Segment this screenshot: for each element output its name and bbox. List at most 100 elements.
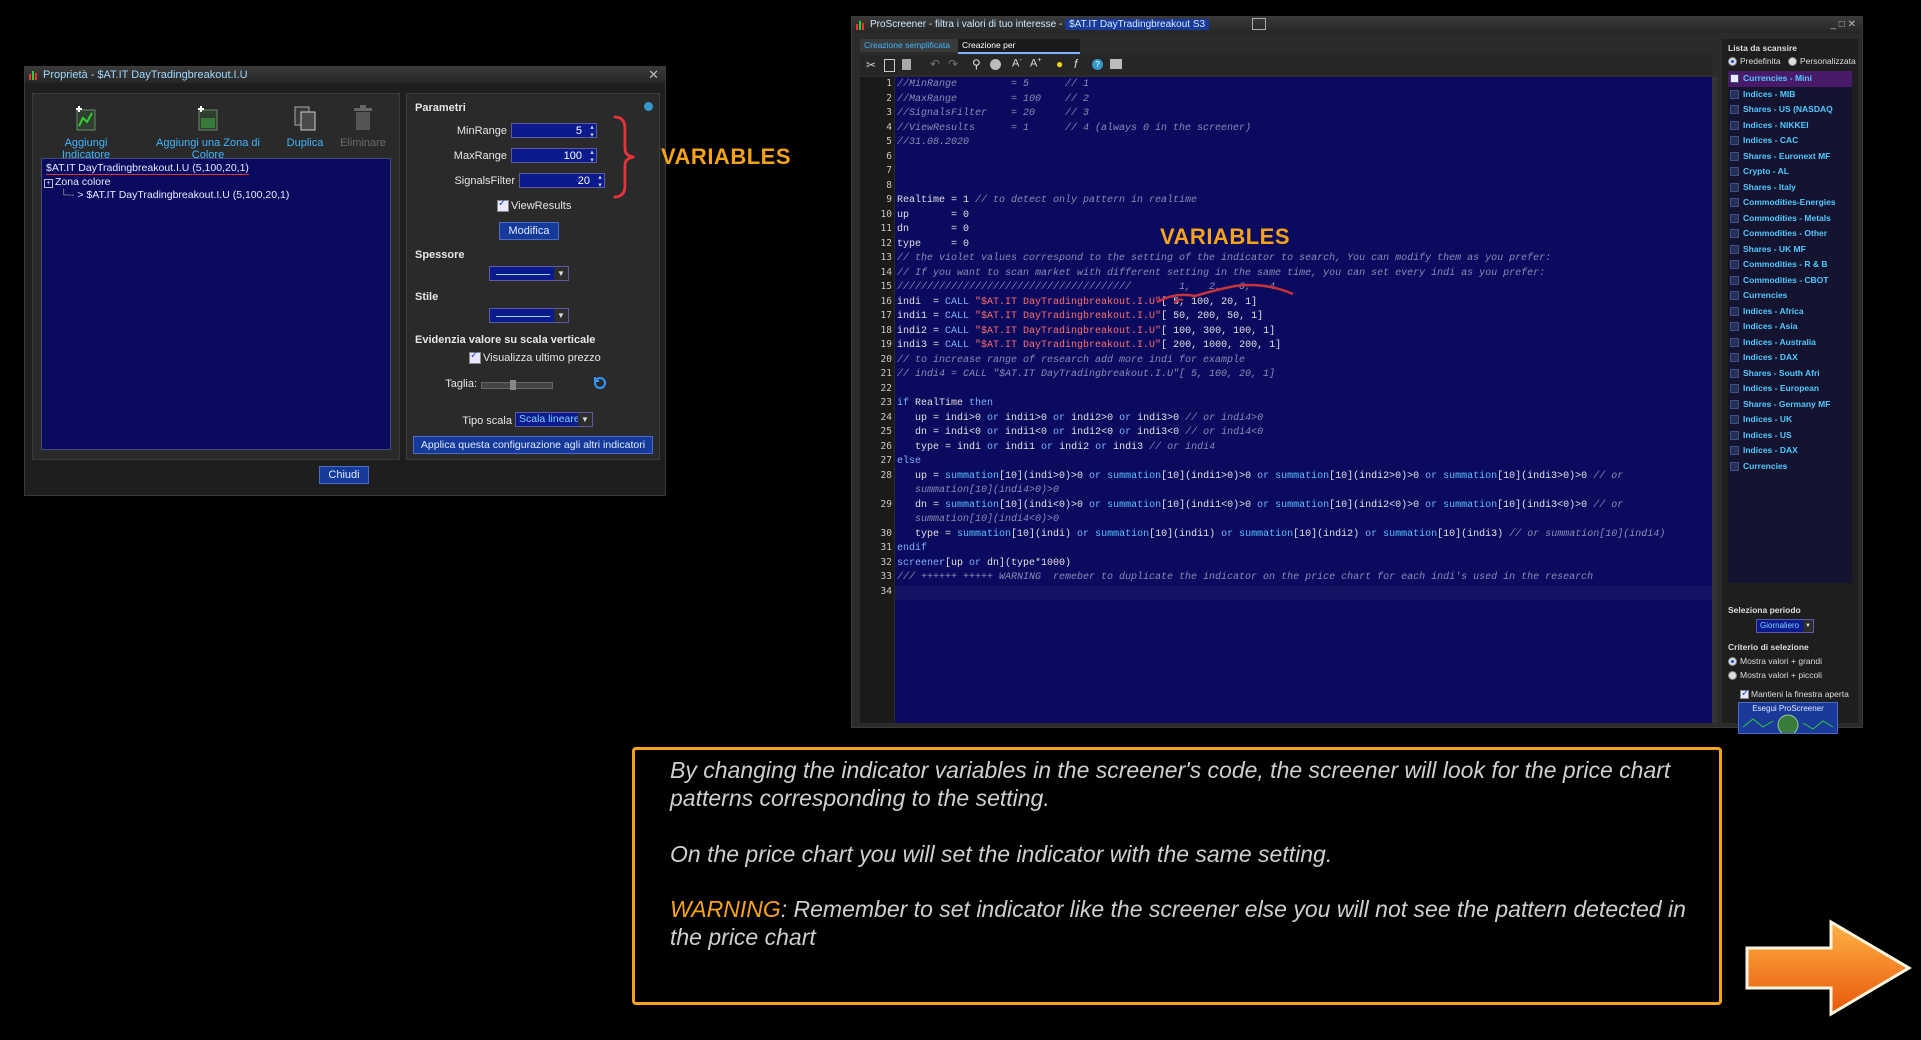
checkbox-icon[interactable]	[1730, 151, 1739, 161]
stile-dropdown[interactable]: ▼	[489, 308, 569, 323]
info-icon[interactable]	[644, 102, 653, 111]
checkbox-icon[interactable]	[1730, 229, 1739, 239]
code-line[interactable]	[897, 383, 1665, 398]
checkbox-icon[interactable]	[1730, 399, 1739, 409]
checkbox-icon[interactable]	[1730, 306, 1739, 316]
market-list-item[interactable]: Shares - US (NASDAQ	[1728, 102, 1852, 118]
redo-icon[interactable]: ↷	[948, 57, 958, 71]
market-list-item[interactable]: Currencies	[1728, 288, 1852, 304]
code-line[interactable]: indi1 = CALL "$AT.IT DayTradingbreakout.…	[897, 310, 1665, 325]
duplicate-button[interactable]: Duplica	[283, 104, 327, 149]
checkbox-icon[interactable]	[1730, 415, 1739, 425]
checkbox-icon[interactable]	[1730, 198, 1739, 208]
market-list-item[interactable]: Indices - CAC	[1728, 133, 1852, 149]
market-list-item[interactable]: Currencies	[1728, 459, 1852, 475]
criteria-low-radio[interactable]: Mostra valori + piccoli	[1728, 670, 1822, 681]
market-list-item[interactable]: Indices - UK	[1728, 412, 1852, 428]
code-line[interactable]: screener[up or dn](type*1000)	[897, 557, 1665, 572]
keep-open-checkbox[interactable]: Mantieni la finestra aperta	[1740, 688, 1849, 700]
code-line[interactable]: else	[897, 455, 1665, 470]
next-arrow-icon[interactable]	[1743, 918, 1913, 1018]
viewresults-checkbox[interactable]: ViewResults	[497, 198, 571, 213]
checkbox-icon[interactable]	[1730, 260, 1739, 270]
market-list-item[interactable]: Indices - Australia	[1728, 335, 1852, 351]
code-line[interactable]	[897, 151, 1665, 166]
code-line[interactable]: dn = indi<0 or indi1<0 or indi2<0 or ind…	[897, 426, 1665, 441]
market-list-item[interactable]: Indices - European	[1728, 381, 1852, 397]
scala-dropdown[interactable]: Scala lineare ▼	[515, 412, 593, 427]
market-list-item[interactable]: Commodities - Other	[1728, 226, 1852, 242]
code-line[interactable]: //MinRange = 5 // 1	[897, 78, 1665, 93]
copy-icon[interactable]	[884, 59, 895, 72]
checkbox-icon[interactable]	[1730, 461, 1739, 471]
code-line[interactable]: Realtime = 1 // to detect only pattern i…	[897, 194, 1665, 209]
code-line[interactable]: /// ++++++ +++++ WARNING remeber to dupl…	[897, 571, 1665, 586]
checkbox-icon[interactable]	[1730, 337, 1739, 347]
market-list-item[interactable]: Indices - MIB	[1728, 87, 1852, 103]
checkbox-icon[interactable]	[1730, 291, 1739, 301]
slider-handle[interactable]	[510, 380, 516, 390]
code-line[interactable]: indi2 = CALL "$AT.IT DayTradingbreakout.…	[897, 325, 1665, 340]
spessore-dropdown[interactable]: ▼	[489, 266, 569, 281]
tab-simplified[interactable]: Creazione semplificata	[860, 39, 958, 52]
window-controls[interactable]: _ □ ✕	[1830, 17, 1856, 33]
checkbox-icon[interactable]	[1730, 167, 1739, 177]
close-icon[interactable]: ✕	[648, 67, 659, 83]
minrange-input[interactable]: 5	[511, 123, 597, 139]
screenshot-icon[interactable]	[1251, 18, 1266, 31]
checkbox-icon[interactable]	[1730, 446, 1739, 456]
help-icon[interactable]: ?	[1092, 59, 1103, 70]
market-list-item[interactable]: Currencies - Mini	[1728, 71, 1852, 87]
market-list-item[interactable]: Commodities - Metals	[1728, 211, 1852, 227]
code-lines[interactable]: //MinRange = 5 // 1//MaxRange = 100 // 2…	[897, 78, 1665, 600]
reset-icon[interactable]	[593, 376, 607, 390]
add-color-zone-button[interactable]: Aggiungi una Zona di Colore	[143, 104, 273, 161]
delete-button[interactable]: Eliminare	[338, 104, 388, 149]
market-list-item[interactable]: Indices - NIKKEI	[1728, 118, 1852, 134]
expand-icon[interactable]: +	[44, 179, 53, 188]
code-line[interactable]: //SignalsFilter = 20 // 3	[897, 107, 1665, 122]
checkbox-icon[interactable]	[1730, 244, 1739, 254]
code-line[interactable]: up = summation[10](indi>0)>0 or summatio…	[897, 470, 1665, 485]
maxrange-input[interactable]: 100	[511, 148, 597, 164]
close-button[interactable]: Chiudi	[319, 466, 369, 484]
font-increase-icon[interactable]: A+	[1030, 57, 1041, 70]
period-dropdown[interactable]: Giornaliero ▼	[1756, 619, 1814, 633]
tree-root-item[interactable]: $AT.IT DayTradingbreakout.I.U (5,100,20,…	[46, 162, 249, 175]
code-line[interactable]: up = 0	[897, 209, 1665, 224]
market-list-item[interactable]: Commodities-Energies	[1728, 195, 1852, 211]
apply-config-button[interactable]: Applica questa configurazione agli altri…	[413, 436, 653, 454]
checkbox-icon[interactable]	[1730, 384, 1739, 394]
code-line[interactable]: endif	[897, 542, 1665, 557]
checkbox-icon[interactable]	[1730, 105, 1739, 115]
market-list-item[interactable]: Crypto - AL	[1728, 164, 1852, 180]
tree-child-item[interactable]: └-- > $AT.IT DayTradingbreakout.I.U (5,1…	[60, 189, 289, 201]
checkbox-icon[interactable]	[1730, 322, 1739, 332]
code-line[interactable]: up = indi>0 or indi1>0 or indi2>0 or ind…	[897, 412, 1665, 427]
code-line[interactable]	[897, 180, 1665, 195]
checkbox-icon[interactable]	[1730, 182, 1739, 192]
market-list-item[interactable]: Commodities - R & B	[1728, 257, 1852, 273]
market-list-item[interactable]: Commodities - CBOT	[1728, 273, 1852, 289]
checkbox-icon[interactable]	[1730, 74, 1739, 84]
lightbulb-icon[interactable]: ●	[1056, 57, 1063, 71]
code-line[interactable]: //MaxRange = 100 // 2	[897, 93, 1665, 108]
market-list-item[interactable]: Indices - Africa	[1728, 304, 1852, 320]
code-line[interactable]	[897, 165, 1665, 180]
add-indicator-button[interactable]: Aggiungi Indicatore	[41, 104, 131, 161]
undo-icon[interactable]: ↶	[930, 57, 940, 71]
market-list-item[interactable]: Shares - Germany MF	[1728, 397, 1852, 413]
code-line[interactable]: summation[10](indi4<0)>0	[897, 513, 1665, 528]
find-replace-icon[interactable]	[990, 59, 1001, 70]
signalsfilter-input[interactable]: 20	[519, 173, 605, 189]
chevron-down-icon[interactable]: ▼	[1803, 620, 1813, 632]
checkbox-icon[interactable]	[1730, 120, 1739, 130]
code-line[interactable]: // to increase range of research add mor…	[897, 354, 1665, 369]
checkbox-icon[interactable]	[1730, 368, 1739, 378]
market-list-item[interactable]: Shares - Euronext MF	[1728, 149, 1852, 165]
taglia-slider[interactable]	[481, 380, 553, 390]
checkbox-icon[interactable]	[1730, 89, 1739, 99]
code-line[interactable]: summation[10](indi4>0)>0	[897, 484, 1665, 499]
checkbox-icon[interactable]	[1730, 430, 1739, 440]
radio-predefinita[interactable]: Predefinita	[1728, 56, 1781, 67]
